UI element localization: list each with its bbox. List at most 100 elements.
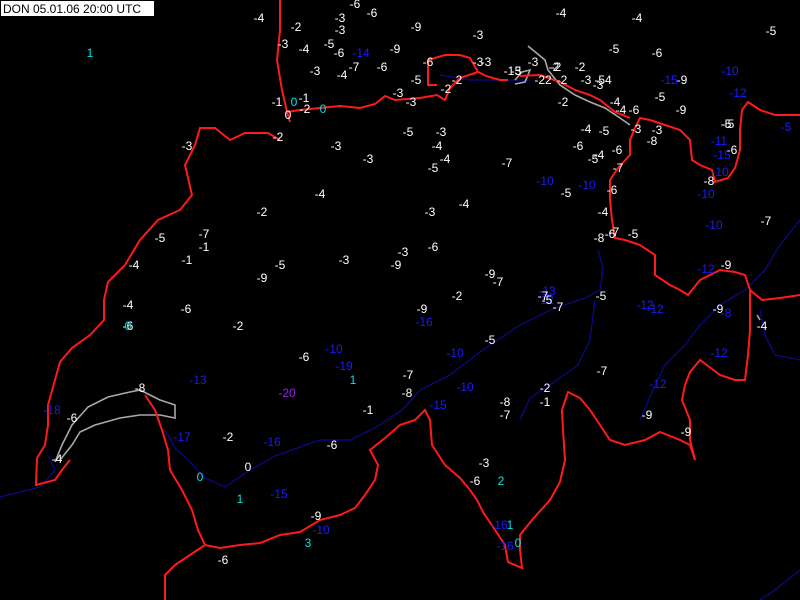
- temperature-value: 3: [304, 536, 312, 550]
- temperature-value: -3: [330, 139, 342, 153]
- temperature-value: -3: [277, 37, 289, 51]
- temperature-value: -6: [333, 46, 345, 60]
- temperature-value: -9: [410, 20, 422, 34]
- temperature-value: -17: [173, 430, 191, 444]
- temperature-value: -6: [611, 143, 623, 157]
- temperature-value: -4: [615, 103, 627, 117]
- temperature-value: -6: [180, 302, 192, 316]
- temperature-value: -12: [646, 302, 664, 316]
- temperature-value: -22: [534, 73, 552, 87]
- temperature-value: -10: [456, 380, 474, 394]
- river-lines: [0, 74, 800, 600]
- temperature-value: -10: [697, 187, 715, 201]
- temperature-value: -7: [552, 300, 564, 314]
- temperature-value: -9: [310, 509, 322, 523]
- temperature-value: -2: [256, 205, 268, 219]
- temperature-value: -3: [362, 152, 374, 166]
- temperature-value: -3: [580, 73, 592, 87]
- temperature-value: -9: [256, 271, 268, 285]
- temperature-value: -6: [376, 60, 388, 74]
- temperature-value: -5: [598, 124, 610, 138]
- temperature-value: -3: [338, 253, 350, 267]
- temperature-value: -16: [415, 315, 433, 329]
- temperature-value: -1: [362, 403, 374, 417]
- temperature-value: -3: [478, 456, 490, 470]
- temperature-value: -9: [720, 258, 732, 272]
- temperature-value: -4: [555, 6, 567, 20]
- temperature-value: -4: [128, 258, 140, 272]
- temperature-value: -2: [440, 82, 452, 96]
- temperature-value: -8: [401, 386, 413, 400]
- temperature-value: -15: [660, 73, 678, 87]
- temperature-value: -9: [390, 258, 402, 272]
- temperature-value: -2: [290, 20, 302, 34]
- country-border-line: [34, 127, 281, 487]
- temperature-value: -5: [780, 120, 792, 134]
- temperature-value: -6: [422, 55, 434, 69]
- temperature-value: -12: [729, 86, 747, 100]
- temperature-value: -9: [676, 73, 688, 87]
- temperature-value: -10: [536, 174, 554, 188]
- temperature-value: -4: [756, 319, 768, 333]
- temperature-value: -5: [484, 333, 496, 347]
- temperature-value: -2: [539, 381, 551, 395]
- temperature-value: -9: [680, 425, 692, 439]
- temperature-value: 3: [514, 64, 522, 78]
- temperature-value: -20: [278, 386, 296, 400]
- temperature-value: -10: [312, 523, 330, 537]
- temperature-value: -2: [557, 95, 569, 109]
- temperature-value: -2: [272, 130, 284, 144]
- temperature-value: -4: [439, 152, 451, 166]
- temperature-value: -12: [710, 346, 728, 360]
- temperature-value: -11: [710, 134, 728, 148]
- border-lines: [34, 0, 800, 600]
- temperature-value: -5: [765, 24, 777, 38]
- temperature-value: -7: [402, 368, 414, 382]
- temperature-value: -10: [705, 218, 723, 232]
- temperature-value: -9: [389, 42, 401, 56]
- country-border-line: [164, 544, 206, 600]
- temperature-value: 1: [349, 373, 357, 387]
- temperature-value: -10: [446, 346, 464, 360]
- temperature-value: -3: [334, 23, 346, 37]
- temperature-value: -3: [405, 95, 417, 109]
- temperature-value: 1: [86, 46, 94, 60]
- temperature-value: 0: [290, 95, 298, 109]
- temperature-value: -10: [578, 178, 596, 192]
- temperature-value: -14: [352, 46, 370, 60]
- temperature-value: -6: [427, 240, 439, 254]
- temperature-value: -2: [550, 60, 562, 74]
- temperature-value: -4: [631, 11, 643, 25]
- temperature-value: -8: [646, 134, 658, 148]
- temperature-value: 0: [514, 536, 522, 550]
- river-line: [759, 569, 800, 600]
- temperature-value: -6: [572, 139, 584, 153]
- temperature-value: -7: [596, 364, 608, 378]
- temperature-value: -3: [480, 55, 492, 69]
- temperature-value: -6: [469, 474, 481, 488]
- temperature-value: -1: [181, 253, 193, 267]
- temperature-value: -4: [253, 11, 265, 25]
- temperature-value: -2: [451, 289, 463, 303]
- temperature-value: -4: [122, 298, 134, 312]
- temperature-value: -8: [703, 174, 715, 188]
- temperature-value: -5: [410, 73, 422, 87]
- temperature-value: -7: [612, 161, 624, 175]
- temperature-value: -5: [595, 289, 607, 303]
- temperature-value: -9: [641, 408, 653, 422]
- lake-geneva-outline: [54, 389, 176, 463]
- temperature-value: -5: [627, 227, 639, 241]
- river-line: [597, 249, 604, 291]
- temperature-value: 0: [124, 319, 132, 333]
- temperature-value: -15: [429, 398, 447, 412]
- temperature-value: -4: [336, 68, 348, 82]
- temperature-value: -6: [298, 350, 310, 364]
- temperature-value: -3: [397, 245, 409, 259]
- temperature-value: -3: [435, 125, 447, 139]
- country-border-line: [749, 289, 800, 302]
- temperature-value: -5: [723, 117, 735, 131]
- temperature-value: -9: [675, 103, 687, 117]
- temperature-value: -8: [499, 395, 511, 409]
- temperature-value: -4: [597, 205, 609, 219]
- temperature-value: -1: [198, 240, 210, 254]
